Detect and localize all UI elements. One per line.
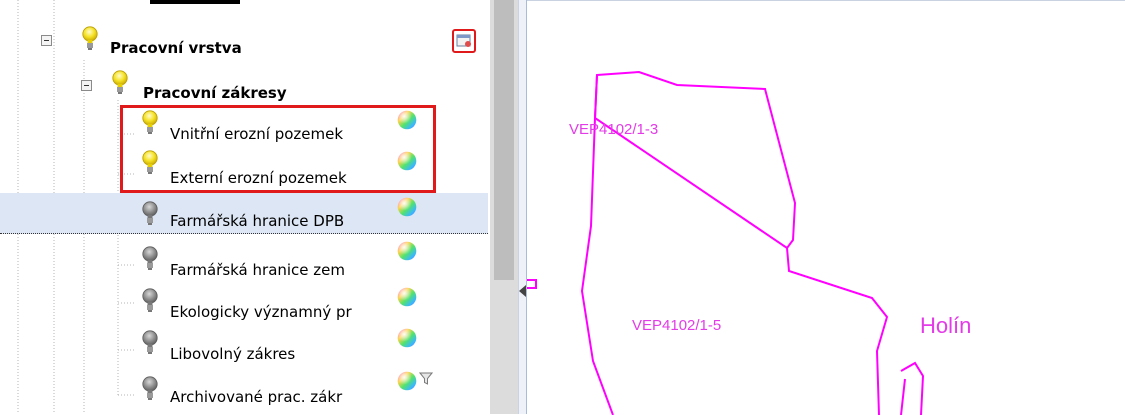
lightbulb-icon[interactable]	[82, 26, 98, 52]
map-label-parcel: VEP4102/1-5	[632, 317, 722, 334]
group-label: Pracovní vrstva	[110, 39, 242, 57]
map-label-parcel: VEP4102/1-3	[569, 121, 659, 138]
map-label-place: Holín	[920, 313, 972, 338]
color-ball-icon[interactable]	[397, 371, 417, 391]
parcel-outline	[786, 247, 889, 415]
tree-group-pracovni-vrstva[interactable]: Pracovní vrstva	[0, 26, 488, 66]
layer-row-ekologicky-vyznamny[interactable]: Ekologicky významný pr	[0, 282, 488, 321]
layer-label: Libovolný zákres	[170, 345, 296, 363]
layer-label: Farmářská hranice zem	[170, 261, 346, 279]
color-ball-icon[interactable]	[397, 241, 417, 261]
lightbulb-icon[interactable]	[142, 330, 158, 356]
lightbulb-icon[interactable]	[142, 246, 158, 272]
lightbulb-icon[interactable]	[142, 376, 158, 402]
layer-label: Ekologicky významný pr	[170, 303, 352, 321]
subgroup-label: Pracovní zákresy	[143, 84, 287, 102]
layer-label: Farmářská hranice DPB	[170, 212, 345, 230]
color-ball-icon[interactable]	[397, 197, 417, 217]
layer-row-archivovane-prac-zakr[interactable]: Archivované prac. zákr	[0, 368, 488, 406]
lightbulb-icon[interactable]	[142, 288, 158, 314]
parcel-outline	[527, 279, 537, 289]
parcel-outline	[594, 74, 598, 119]
color-ball-icon[interactable]	[397, 287, 417, 307]
map-canvas[interactable]	[527, 1, 1125, 415]
minus-square-icon[interactable]	[81, 80, 92, 91]
lightbulb-icon[interactable]	[142, 201, 158, 227]
layer-row-farmarska-hranice-dpb[interactable]: Farmářská hranice DPB	[0, 195, 488, 233]
row-above-partial	[150, 0, 240, 4]
color-ball-icon[interactable]	[397, 328, 417, 348]
layer-settings-icon[interactable]	[452, 29, 476, 53]
minus-square-icon[interactable]	[41, 35, 52, 46]
layer-tree-panel: Pracovní vrstva Pracovní zákresy Vnitřní…	[0, 0, 490, 414]
map-view[interactable]: VEP4102/1-3 VEP4102/1-5 Holín	[527, 0, 1125, 415]
tree-scrollbar[interactable]	[490, 0, 518, 414]
scrollbar-thumb[interactable]	[494, 0, 514, 280]
layer-row-farmarska-hranice-zem[interactable]: Farmářská hranice zem	[0, 240, 488, 279]
layer-row-libovolny-zakres[interactable]: Libovolný zákres	[0, 325, 488, 363]
collapse-arrow-icon[interactable]	[519, 285, 526, 297]
tree-group-pracovni-zakresy[interactable]: Pracovní zákresy	[0, 68, 488, 106]
parcel-outline	[900, 378, 906, 415]
highlight-annotation-box	[120, 105, 436, 193]
layer-label: Archivované prac. zákr	[170, 388, 343, 406]
lightbulb-icon[interactable]	[112, 70, 128, 96]
funnel-icon[interactable]	[419, 372, 433, 386]
parcel-outline	[580, 117, 614, 415]
parcel-outline	[593, 70, 797, 250]
